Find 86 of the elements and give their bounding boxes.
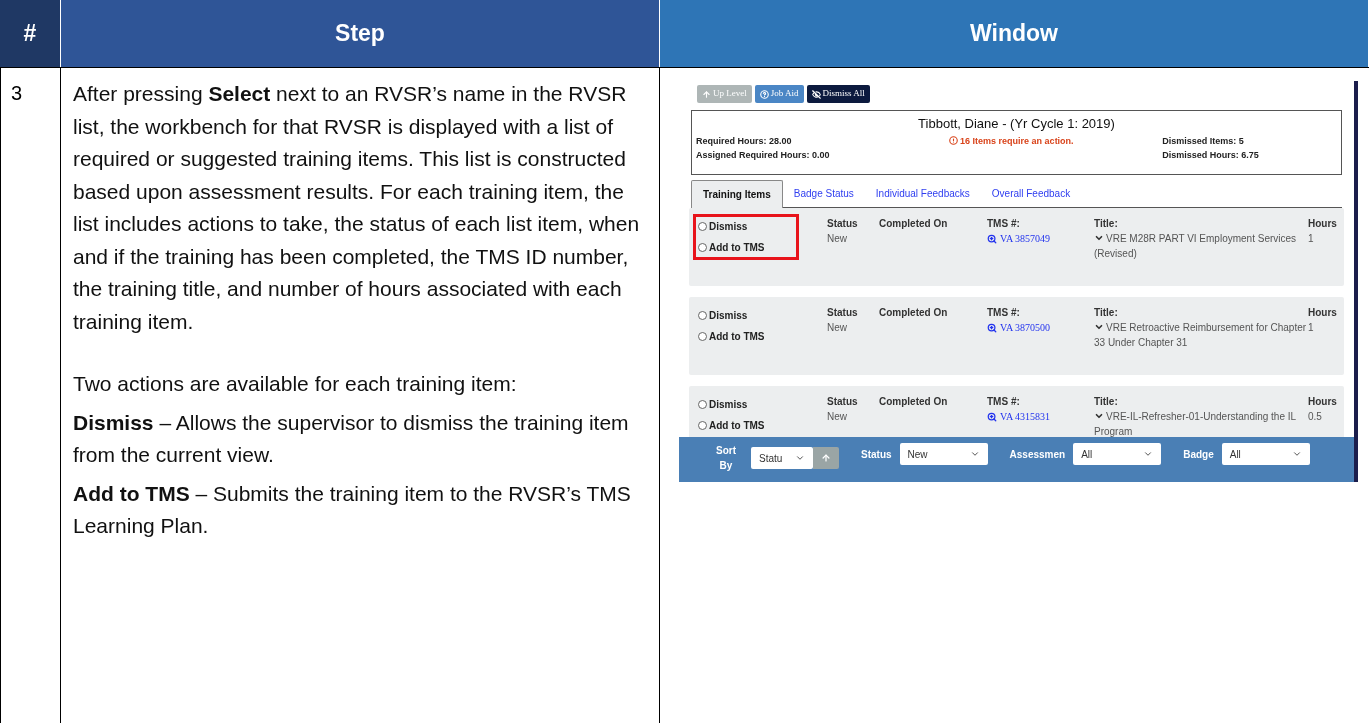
filter-dropdown[interactable]: New <box>899 443 988 465</box>
arrow-up-icon <box>821 453 831 463</box>
step-paragraph: Add to TMS – Submits the training item to the RVSR’s TMS Learning Plan. <box>73 480 632 539</box>
column-label: TMS #: <box>987 306 1020 320</box>
hours-value: 1 <box>1308 232 1314 246</box>
radio-option[interactable]: Add to TMS <box>698 329 765 344</box>
filter-label: Sort By <box>715 444 737 473</box>
radio-option[interactable]: Add to TMS <box>698 418 765 433</box>
chevron-down-icon <box>1143 449 1154 459</box>
help-icon <box>759 89 769 99</box>
dismissed-items: Dismissed Items: 5 <box>1162 134 1244 148</box>
column-label: Status <box>827 217 858 231</box>
column-label: Completed On <box>879 218 948 229</box>
zoom-in-icon <box>987 411 997 422</box>
radio-option[interactable]: Dismiss <box>698 308 748 323</box>
column-label: TMS #: <box>987 217 1020 231</box>
training-title[interactable]: VRE Retroactive Reimbursement for Chapter 33 Under Chapter 31 <box>1094 320 1308 350</box>
radio-button[interactable] <box>698 332 707 341</box>
column-label: Status <box>827 306 858 320</box>
tms-link[interactable]: VA 3870500 <box>987 320 1051 335</box>
column-label: Hours <box>1308 395 1337 409</box>
radio-label: Add to TMS <box>709 419 765 433</box>
tab[interactable]: Badge Status <box>782 179 865 207</box>
assigned-hours: Assigned Required Hours: 0.00 <box>696 148 830 162</box>
table-header-cell: Window <box>660 0 1369 67</box>
column-label: TMS #: <box>987 395 1020 409</box>
alert-icon <box>949 136 959 145</box>
employee-name: Tibbott, Diane - (Yr Cycle 1: 2019) <box>918 115 1115 133</box>
step-paragraph: Two actions are available for each training item: <box>73 371 518 397</box>
radio-label: Add to TMS <box>709 241 765 255</box>
sort-direction-button[interactable] <box>813 447 839 469</box>
filter-label: Badge <box>1183 447 1214 462</box>
radio-button[interactable] <box>698 421 707 430</box>
training-title[interactable]: VRE-IL-Refresher-01-Understanding the IL Program <box>1094 409 1308 437</box>
toolbar-button[interactable]: Dismiss All <box>806 85 870 103</box>
step-number: 3 <box>1 68 61 723</box>
filter-dropdown[interactable]: Statu <box>751 447 813 469</box>
step-paragraph: After pressing Select next to an RVSR’s name in the RVSR list, the workbench for that RVSR is displayed with a list of required or suggested training items. This list is constructed based upon assessment results. For each training item, the list includes actions to take, the status of each list item, when and if the training has been completed, the TMS ID number, the training title, and number of hours associated with each training item. <box>73 81 641 335</box>
radio-label: Dismiss <box>709 309 748 323</box>
zoom-in-icon <box>987 322 997 333</box>
radio-option[interactable]: Dismiss <box>698 219 748 234</box>
filter-label: Assessmen <box>1009 447 1066 462</box>
column-label: Title: <box>1094 217 1118 231</box>
tab[interactable]: Training Items <box>691 180 783 208</box>
column-label: Title: <box>1094 395 1118 409</box>
status-value: New <box>827 232 847 246</box>
column-label: Status <box>827 395 858 409</box>
column-label: Completed On <box>879 396 948 407</box>
tms-link[interactable]: VA 3857049 <box>987 231 1051 246</box>
chevron-down-icon <box>969 449 980 459</box>
status-value: New <box>827 321 847 335</box>
column-label: Hours <box>1308 306 1337 320</box>
step-paragraph: Dismiss – Allows the supervisor to dismiss the training item from the current view. <box>73 409 630 468</box>
column-label: Hours <box>1308 217 1337 231</box>
column-label: Title: <box>1094 306 1118 320</box>
table-header-cell: # <box>0 0 61 67</box>
dismissed-hours: Dismissed Hours: 6.75 <box>1162 148 1259 162</box>
hours-value: 0.5 <box>1308 410 1322 424</box>
filter-dropdown[interactable]: All <box>1221 443 1310 465</box>
required-hours: Required Hours: 28.00 <box>696 134 792 148</box>
alert-message: 16 Items require an action. <box>949 133 1074 148</box>
zoom-in-icon <box>987 233 997 244</box>
radio-label: Add to TMS <box>709 330 765 344</box>
radio-button[interactable] <box>698 400 707 409</box>
filter-dropdown[interactable]: All <box>1073 443 1162 465</box>
training-title[interactable]: VRE M28R PART VI Employment Services (Revised) <box>1094 231 1308 261</box>
hours-value: 1 <box>1308 321 1314 335</box>
arrow-up-icon <box>702 89 711 99</box>
status-value: New <box>827 410 847 424</box>
radio-button[interactable] <box>698 243 707 252</box>
radio-label: Dismiss <box>709 398 748 412</box>
column-label: Completed On <box>879 307 948 318</box>
tab[interactable]: Overall Feedback <box>980 179 1082 207</box>
tms-link[interactable]: VA 4315831 <box>987 409 1051 424</box>
chevron-down-icon <box>795 453 805 463</box>
filter-label: Status <box>861 447 892 462</box>
radio-button[interactable] <box>698 311 707 320</box>
toolbar-button[interactable]: Job Aid <box>754 85 804 103</box>
table-header-cell: Step <box>61 0 660 67</box>
tab[interactable]: Individual Feedbacks <box>864 179 981 207</box>
radio-option[interactable]: Dismiss <box>698 397 748 412</box>
radio-option[interactable]: Add to TMS <box>698 240 765 255</box>
radio-button[interactable] <box>698 222 707 231</box>
eye-off-icon <box>811 89 821 99</box>
radio-label: Dismiss <box>709 220 748 234</box>
chevron-down-icon <box>1291 449 1302 459</box>
